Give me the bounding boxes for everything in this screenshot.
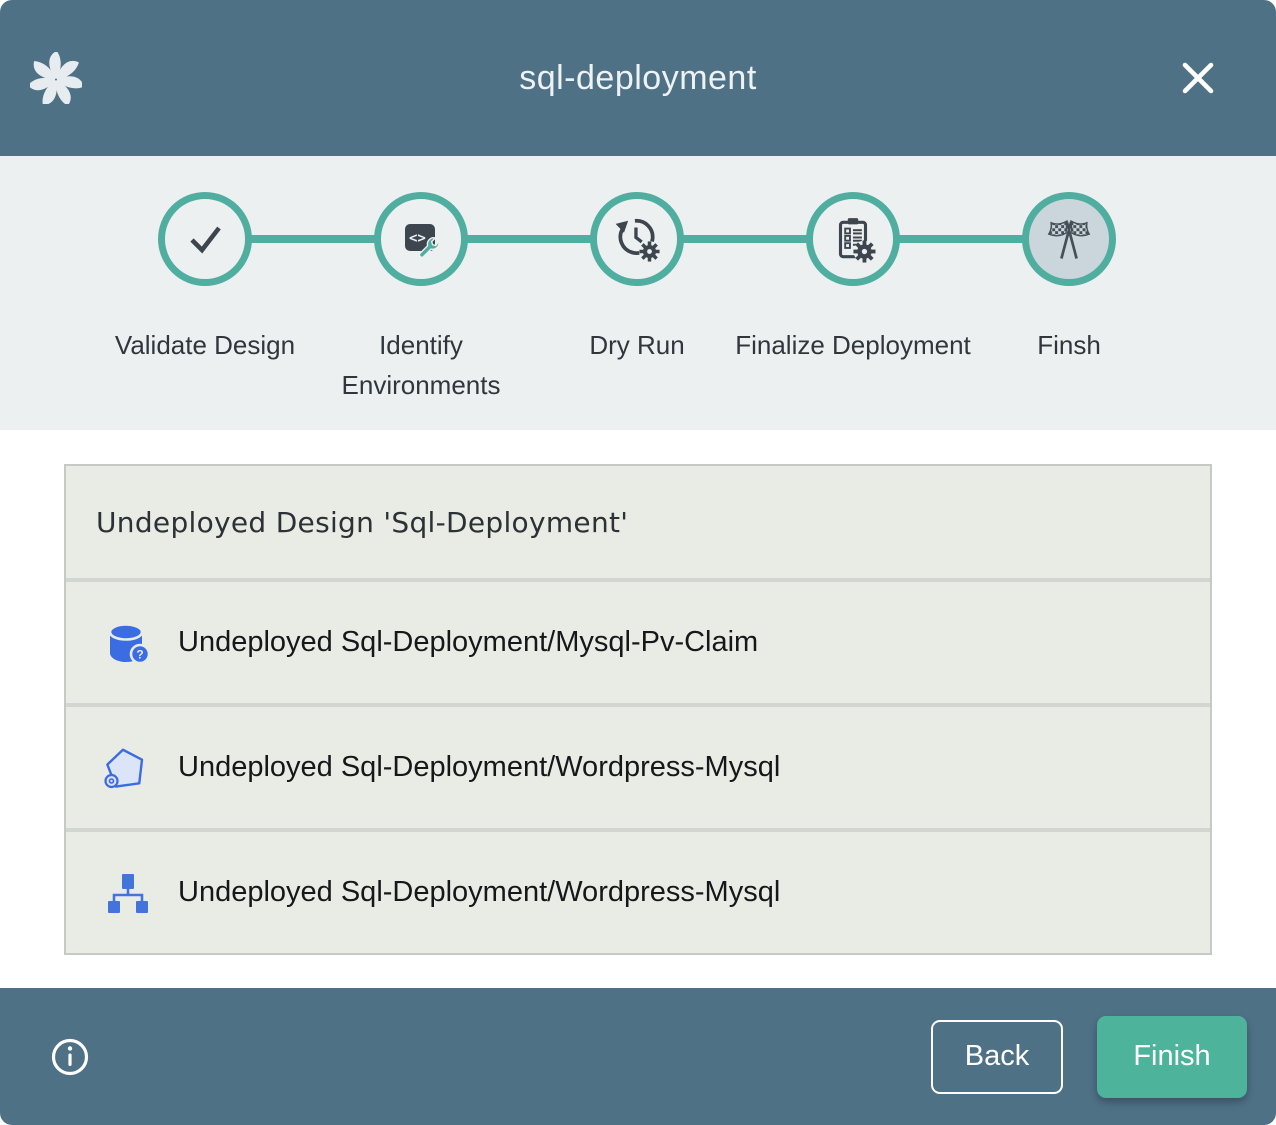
dialog-title: sql-deployment [0,0,1276,156]
database-icon: ? [102,619,150,667]
dialog-footer: Back Finish [0,988,1276,1125]
checkered-flags-icon [1043,213,1095,265]
step-label-finalize-deployment: Finalize Deployment [733,325,973,365]
list-item-text: Undeployed Sql-Deployment/Wordpress-Mysq… [178,751,780,784]
pentagon-seal-icon [102,744,150,792]
undeployed-list: Undeployed Design 'Sql-Deployment' ? Und… [64,464,1212,955]
code-window-wrench-icon: <> [397,215,445,263]
list-item-wordpress-mysql-hierarchy: Undeployed Sql-Deployment/Wordpress-Mysq… [66,832,1210,953]
step-finalize-deployment[interactable] [806,192,900,286]
step-validate-design[interactable] [158,192,252,286]
dialog-header: sql-deployment [0,0,1276,156]
step-finish[interactable] [1022,192,1116,286]
step-dry-run[interactable] [590,192,684,286]
finish-button[interactable]: Finish [1097,1016,1247,1098]
step-label-validate-design: Validate Design [85,325,325,365]
back-button[interactable]: Back [931,1020,1063,1094]
deployment-wizard-dialog: sql-deployment <> [0,0,1276,1125]
step-identify-environments[interactable]: <> [374,192,468,286]
step-label-finish: Finsh [949,325,1189,365]
info-icon[interactable] [50,1037,90,1077]
svg-text:?: ? [136,647,143,661]
list-item-text: Undeployed Sql-Deployment/Wordpress-Mysq… [178,876,780,909]
dry-run-gear-icon [612,214,662,264]
list-item-wordpress-mysql-seal: Undeployed Sql-Deployment/Wordpress-Mysq… [66,707,1210,828]
hierarchy-icon [102,869,150,917]
svg-text:<>: <> [409,231,426,247]
list-item-text: Undeployed Sql-Deployment/Mysql-Pv-Claim [178,626,758,659]
step-label-identify-environments: Identify Environments [301,325,541,405]
dialog-body: Undeployed Design 'Sql-Deployment' ? Und… [0,430,1276,988]
list-item-mysql-pv-claim: ? Undeployed Sql-Deployment/Mysql-Pv-Cla… [66,582,1210,703]
step-label-dry-run: Dry Run [517,325,757,365]
check-icon [182,216,228,262]
wizard-stepper: <> [0,156,1276,430]
close-icon[interactable] [1176,56,1220,100]
undeployed-list-header: Undeployed Design 'Sql-Deployment' [66,466,1210,578]
clipboard-gear-icon [828,214,878,264]
